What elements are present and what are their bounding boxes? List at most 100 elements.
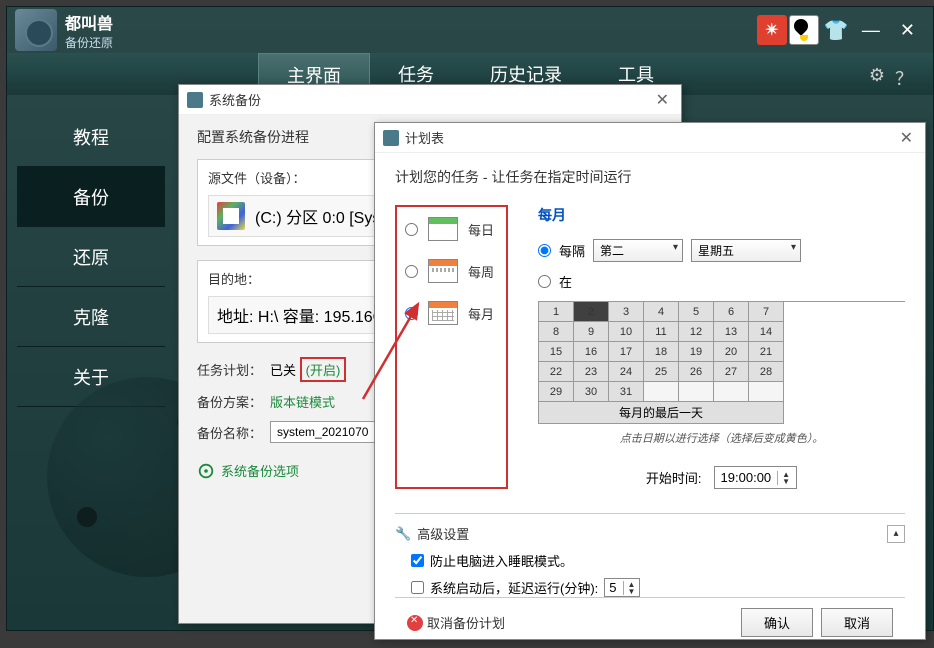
- backup-name-input[interactable]: system_2021070: [270, 421, 375, 443]
- calendar-monthly-icon: [428, 301, 458, 325]
- sidebar-item-clone[interactable]: 克隆: [17, 287, 165, 347]
- delay-start-checkbox[interactable]: [411, 581, 424, 594]
- day-cell-28[interactable]: 28: [749, 362, 784, 382]
- day-cell-7[interactable]: 7: [749, 302, 784, 322]
- scheme-label: 备份方案：: [197, 392, 262, 411]
- day-cell-2[interactable]: 2: [574, 302, 609, 322]
- delay-start-option[interactable]: 系统启动后，延迟运行(分钟): 5 ▲▼: [411, 578, 905, 597]
- windows-icon: [217, 202, 245, 230]
- day-cell-25[interactable]: 25: [644, 362, 679, 382]
- cancel-button[interactable]: 取消: [821, 608, 893, 637]
- close-button[interactable]: ✕: [890, 20, 925, 41]
- day-cell-blank: [679, 382, 714, 402]
- day-cell-24[interactable]: 24: [609, 362, 644, 382]
- day-cell-15[interactable]: 15: [539, 342, 574, 362]
- day-cell-14[interactable]: 14: [749, 322, 784, 342]
- delay-minutes-input[interactable]: 5 ▲▼: [604, 578, 640, 597]
- day-cell-20[interactable]: 20: [714, 342, 749, 362]
- title-bar: 都叫兽 备份还原 ✴ 👕 — ✕: [7, 7, 933, 53]
- plan-status: 已关: [270, 360, 296, 379]
- on-label: 在: [559, 272, 572, 291]
- day-cell-blank: [644, 382, 679, 402]
- day-cell-9[interactable]: 9: [574, 322, 609, 342]
- ok-button[interactable]: 确认: [741, 608, 813, 637]
- freq-weekly-radio[interactable]: [405, 265, 418, 278]
- wrench-icon: 🔧: [395, 526, 411, 542]
- minimize-button[interactable]: —: [852, 20, 890, 41]
- frequency-group: 每日 每周 每月: [395, 205, 508, 489]
- day-cell-17[interactable]: 17: [609, 342, 644, 362]
- freq-monthly-option[interactable]: 每月: [405, 301, 494, 325]
- qq-icon[interactable]: [789, 15, 819, 45]
- day-cell-23[interactable]: 23: [574, 362, 609, 382]
- day-cell-11[interactable]: 11: [644, 322, 679, 342]
- monthly-every-radio[interactable]: [538, 244, 551, 257]
- day-cell-31[interactable]: 31: [609, 382, 644, 402]
- day-cell-blank: [714, 382, 749, 402]
- schedule-heading: 计划您的任务 - 让任务在指定时间运行: [395, 167, 905, 187]
- calendar-weekly-icon: [428, 259, 458, 283]
- dialog-icon: [383, 130, 399, 146]
- schedule-dialog-close[interactable]: ✕: [896, 128, 917, 148]
- sidebar-item-tutorial[interactable]: 教程: [17, 107, 165, 167]
- monthly-on-radio[interactable]: [538, 275, 551, 288]
- sidebar: 教程 备份 还原 克隆 关于: [17, 107, 165, 407]
- scheme-value[interactable]: 版本链模式: [270, 392, 335, 411]
- day-cell-1[interactable]: 1: [539, 302, 574, 322]
- plan-label: 任务计划：: [197, 360, 262, 379]
- freq-monthly-radio[interactable]: [405, 307, 418, 320]
- every-label: 每隔: [559, 241, 585, 260]
- day-cell-5[interactable]: 5: [679, 302, 714, 322]
- day-calendar[interactable]: 1234567891011121314151617181920212223242…: [538, 301, 905, 424]
- day-cell-4[interactable]: 4: [644, 302, 679, 322]
- last-day-cell[interactable]: 每月的最后一天: [539, 402, 784, 424]
- monthly-title: 每月: [538, 205, 905, 225]
- schedule-dialog: 计划表 ✕ 计划您的任务 - 让任务在指定时间运行 每日 每周: [374, 122, 926, 640]
- sidebar-item-restore[interactable]: 还原: [17, 227, 165, 287]
- day-cell-16[interactable]: 16: [574, 342, 609, 362]
- day-cell-26[interactable]: 26: [679, 362, 714, 382]
- backup-dialog-title: 系统备份: [209, 90, 652, 109]
- help-icon[interactable]: ？: [895, 65, 913, 91]
- no-sleep-option[interactable]: 防止电脑进入睡眠模式。: [411, 551, 905, 570]
- backup-dialog-close[interactable]: ✕: [652, 90, 673, 110]
- start-time-label: 开始时间:: [646, 468, 702, 487]
- ordinal-select[interactable]: 第二: [593, 239, 683, 262]
- freq-weekly-option[interactable]: 每周: [405, 259, 494, 283]
- day-cell-18[interactable]: 18: [644, 342, 679, 362]
- freq-daily-radio[interactable]: [405, 223, 418, 236]
- day-cell-3[interactable]: 3: [609, 302, 644, 322]
- start-time-input[interactable]: 19:00:00 ▲▼: [714, 466, 798, 489]
- no-sleep-checkbox[interactable]: [411, 554, 424, 567]
- day-cell-19[interactable]: 19: [679, 342, 714, 362]
- day-cell-blank: [749, 382, 784, 402]
- day-cell-6[interactable]: 6: [714, 302, 749, 322]
- schedule-dialog-title: 计划表: [405, 128, 896, 147]
- app-logo-icon: [15, 9, 57, 51]
- freq-daily-option[interactable]: 每日: [405, 217, 494, 241]
- app-subtitle: 备份还原: [65, 34, 113, 51]
- gear-icon: [197, 462, 215, 480]
- cancel-plan-icon: [407, 615, 423, 631]
- day-cell-12[interactable]: 12: [679, 322, 714, 342]
- plan-toggle-link[interactable]: (开启): [306, 363, 341, 378]
- settings-icon[interactable]: ⚙: [869, 65, 885, 91]
- collapse-button[interactable]: ▴: [887, 525, 905, 543]
- theme-icon[interactable]: 👕: [821, 15, 851, 45]
- day-cell-29[interactable]: 29: [539, 382, 574, 402]
- day-cell-13[interactable]: 13: [714, 322, 749, 342]
- day-cell-8[interactable]: 8: [539, 322, 574, 342]
- weibo-icon[interactable]: ✴: [757, 15, 787, 45]
- day-cell-21[interactable]: 21: [749, 342, 784, 362]
- dialog-icon: [187, 92, 203, 108]
- calendar-daily-icon: [428, 217, 458, 241]
- day-cell-22[interactable]: 22: [539, 362, 574, 382]
- spinner-buttons[interactable]: ▲▼: [777, 471, 790, 485]
- day-cell-10[interactable]: 10: [609, 322, 644, 342]
- cancel-plan-link[interactable]: 取消备份计划: [407, 613, 505, 632]
- advanced-title: 高级设置: [417, 524, 469, 543]
- weekday-select[interactable]: 星期五: [691, 239, 801, 262]
- day-cell-27[interactable]: 27: [714, 362, 749, 382]
- sidebar-item-backup[interactable]: 备份: [17, 167, 165, 227]
- day-cell-30[interactable]: 30: [574, 382, 609, 402]
